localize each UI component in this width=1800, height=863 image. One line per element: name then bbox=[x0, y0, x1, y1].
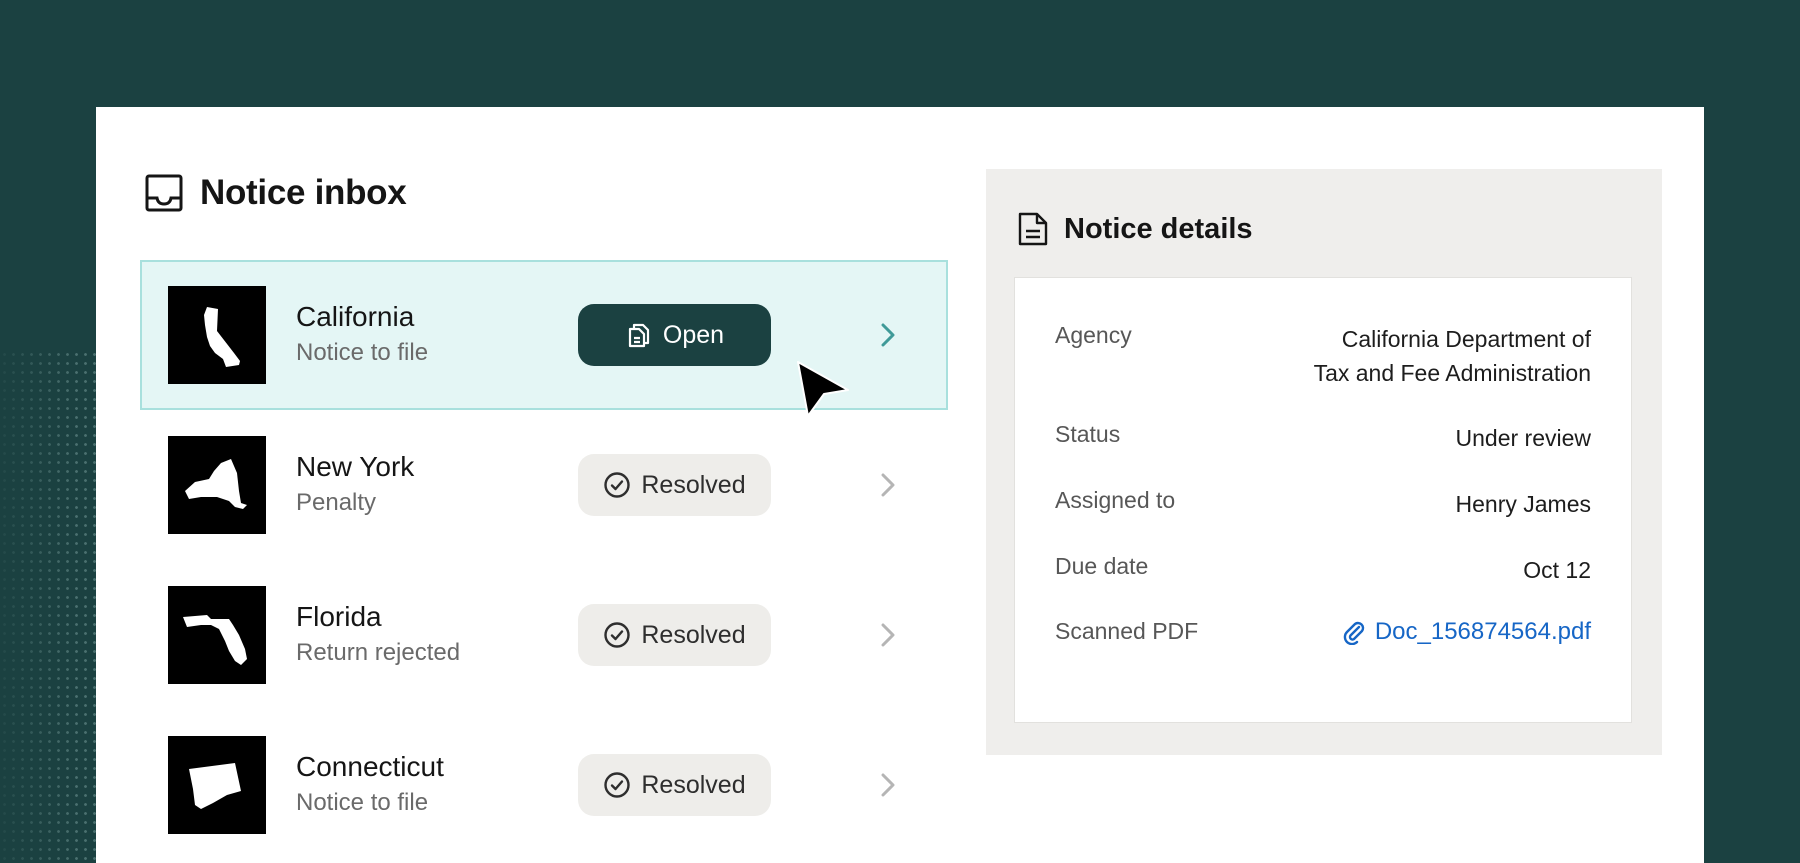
new-york-map-icon bbox=[168, 436, 266, 534]
notice-details-panel: Notice details Agency California Departm… bbox=[986, 169, 1662, 755]
document-icon bbox=[1016, 211, 1050, 247]
agency-field: Agency California Department of Tax and … bbox=[1055, 322, 1591, 390]
details-header: Notice details bbox=[1016, 211, 1253, 247]
check-circle-icon bbox=[603, 771, 631, 799]
check-circle-icon bbox=[603, 471, 631, 499]
notice-row-connecticut[interactable]: Connecticut Notice to file Resolved bbox=[140, 710, 948, 860]
notice-type: Penalty bbox=[296, 489, 377, 516]
due-date-label: Due date bbox=[1055, 553, 1149, 579]
resolved-label: Resolved bbox=[641, 470, 746, 499]
inbox-tray-icon bbox=[144, 173, 184, 213]
pdf-link[interactable]: Doc_156874564.pdf bbox=[1341, 618, 1591, 646]
notice-row-new-york[interactable]: New York Penalty Resolved bbox=[140, 410, 948, 560]
copy-documents-icon bbox=[625, 321, 653, 349]
resolved-badge[interactable]: Resolved bbox=[578, 754, 771, 816]
agency-label: Agency bbox=[1055, 322, 1132, 348]
resolved-label: Resolved bbox=[641, 770, 746, 799]
notice-type: Notice to file bbox=[296, 789, 429, 816]
notice-app-card: Notice inbox California Notice to file O… bbox=[96, 107, 1704, 863]
notice-row-text: Florida Return rejected bbox=[296, 600, 460, 670]
resolved-label: Resolved bbox=[641, 620, 746, 649]
chevron-right-icon[interactable] bbox=[871, 469, 903, 501]
assigned-field: Assigned to Henry James bbox=[1055, 487, 1591, 521]
agency-value-line-2: Tax and Fee Administration bbox=[1313, 360, 1591, 386]
resolved-badge[interactable]: Resolved bbox=[578, 454, 771, 516]
chevron-right-icon[interactable] bbox=[871, 319, 903, 351]
open-button[interactable]: Open bbox=[578, 304, 771, 366]
due-date-value: Oct 12 bbox=[1523, 557, 1591, 583]
inbox-header: Notice inbox bbox=[144, 173, 407, 213]
assigned-value: Henry James bbox=[1455, 491, 1591, 517]
notice-row-text: New York Penalty bbox=[296, 450, 414, 520]
florida-map-icon bbox=[168, 586, 266, 684]
state-name: New York bbox=[296, 451, 415, 482]
scanned-pdf-label: Scanned PDF bbox=[1055, 618, 1199, 644]
notice-type: Notice to file bbox=[296, 339, 429, 366]
status-value: Under review bbox=[1455, 425, 1592, 451]
assigned-label: Assigned to bbox=[1055, 487, 1176, 513]
notice-row-text: California Notice to file bbox=[296, 300, 428, 370]
details-card: Agency California Department of Tax and … bbox=[1014, 277, 1632, 723]
state-name: Florida bbox=[296, 601, 382, 632]
california-map-icon bbox=[168, 286, 266, 384]
chevron-right-icon[interactable] bbox=[871, 619, 903, 651]
paperclip-icon bbox=[1341, 619, 1367, 645]
check-circle-icon bbox=[603, 621, 631, 649]
status-label: Status bbox=[1055, 421, 1121, 447]
state-name: California bbox=[296, 301, 415, 332]
open-label: Open bbox=[662, 320, 725, 349]
decorative-pattern bbox=[0, 350, 96, 863]
notice-row-text: Connecticut Notice to file bbox=[296, 750, 444, 820]
notice-row-florida[interactable]: Florida Return rejected Resolved bbox=[140, 560, 948, 710]
state-name: Connecticut bbox=[296, 751, 444, 782]
details-title: Notice details bbox=[1064, 212, 1253, 245]
connecticut-map-icon bbox=[168, 736, 266, 834]
notice-row-california[interactable]: California Notice to file Open bbox=[140, 260, 948, 417]
agency-value: California Department of Tax and Fee Adm… bbox=[1314, 322, 1591, 390]
chevron-right-icon[interactable] bbox=[871, 769, 903, 801]
inbox-title: Notice inbox bbox=[200, 173, 407, 212]
notice-type: Return rejected bbox=[296, 639, 461, 666]
scanned-pdf-field: Scanned PDF Doc_156874564.pdf bbox=[1055, 618, 1591, 646]
resolved-badge[interactable]: Resolved bbox=[578, 604, 771, 666]
pdf-filename: Doc_156874564.pdf bbox=[1374, 618, 1591, 645]
status-field: Status Under review bbox=[1055, 421, 1591, 455]
agency-value-line-1: California Department of bbox=[1341, 326, 1591, 352]
due-date-field: Due date Oct 12 bbox=[1055, 553, 1591, 587]
notice-list: California Notice to file Open New York … bbox=[140, 260, 948, 860]
